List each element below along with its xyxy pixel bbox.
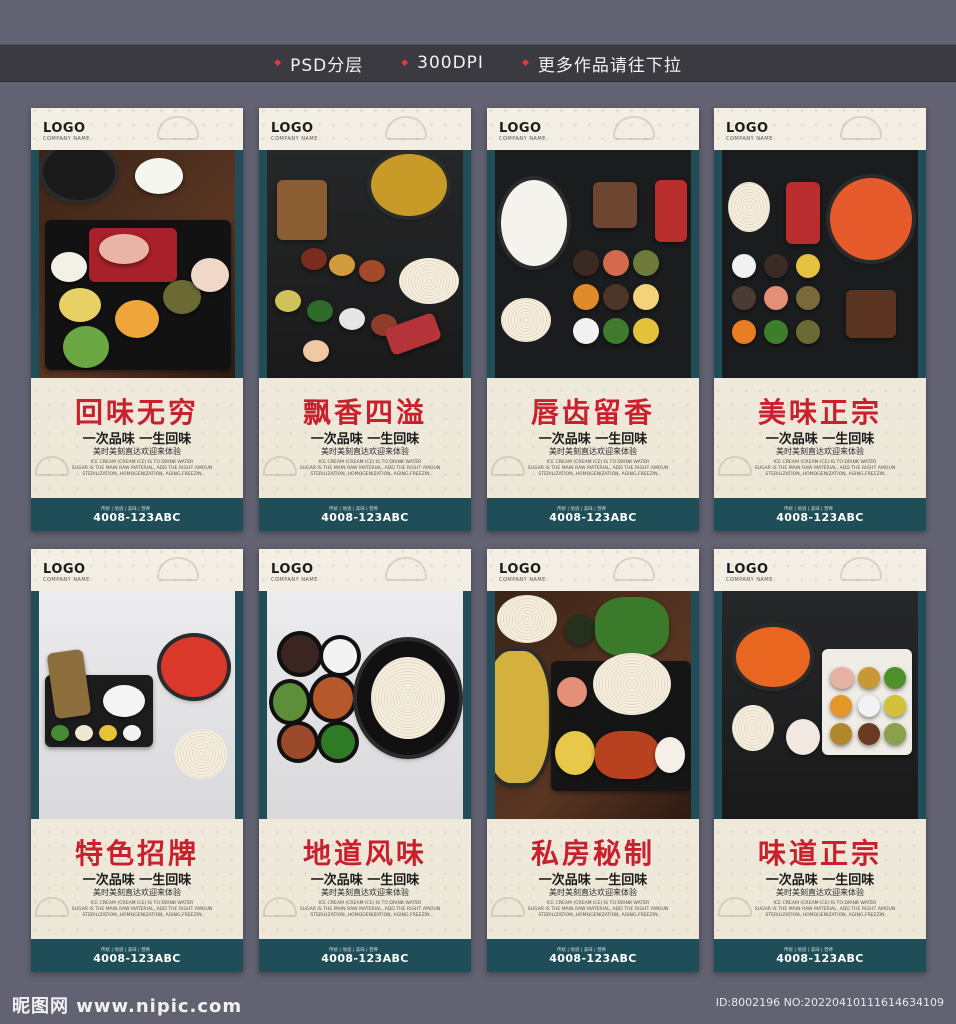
poster-logo: LOGO (271, 562, 314, 577)
poster-title: 特色招牌 (74, 837, 199, 870)
poster-slogan: 一次品味 一生回味 (310, 432, 420, 447)
poster-subslogan: 美时美刻直达欢迎来体验 (776, 447, 864, 456)
poster-footer: 传统 | 地道 | 美味 | 营养 4008-123ABC (31, 498, 243, 531)
poster-card: LOGO COMPANY NAME 飘香四溢 一次品味 一生回味 美时美刻直达欢… (259, 108, 471, 531)
poster-card: LOGO COMPANY NAME 回味无穷 一次品味 一生回味 美时美刻直达欢… (31, 108, 243, 531)
company-name: COMPANY NAME (499, 136, 546, 142)
poster-card: LOGO COMPANY NAME 地道风味 一次品味 一生回味 美时美刻直达欢… (259, 549, 471, 972)
phone-number: 4008-123ABC (93, 511, 181, 524)
side-stripe (918, 591, 926, 819)
poster-grid: LOGO COMPANY NAME 回味无穷 一次品味 一生回味 美时美刻直达欢… (0, 0, 956, 1024)
poster-logo: LOGO (43, 562, 86, 577)
english-text: ICE CREAM (CREAM ICE) IS TO DRINK WATER … (754, 460, 896, 478)
side-stripe (714, 591, 722, 819)
food-photo (722, 591, 918, 819)
food-photo (39, 591, 235, 819)
poster-slogan: 一次品味 一生回味 (538, 432, 648, 447)
poster-slogan: 一次品味 一生回味 (765, 432, 875, 447)
poster-card: LOGO COMPANY NAME 味道正宗 一次品味 一生回味 美时美刻直达欢… (714, 549, 926, 972)
poster-footer: 传统 | 地道 | 美味 | 营养 4008-123ABC (714, 498, 926, 531)
poster-logo: LOGO (726, 121, 769, 136)
english-text: ICE CREAM (CREAM ICE) IS TO DRINK WATER … (299, 901, 441, 919)
side-stripe (463, 150, 471, 378)
poster-subslogan: 美时美刻直达欢迎来体验 (549, 447, 637, 456)
food-photo (495, 591, 691, 819)
poster-subslogan: 美时美刻直达欢迎来体验 (321, 447, 409, 456)
english-text: ICE CREAM (CREAM ICE) IS TO DRINK WATER … (299, 460, 441, 478)
food-photo (267, 591, 463, 819)
poster-footer: 传统 | 地道 | 美味 | 营养 4008-123ABC (31, 939, 243, 972)
poster-slogan: 一次品味 一生回味 (82, 432, 192, 447)
phone-number: 4008-123ABC (321, 511, 409, 524)
side-stripe (487, 150, 495, 378)
poster-title: 美味正宗 (757, 396, 882, 429)
poster-slogan: 一次品味 一生回味 (765, 873, 875, 888)
poster-slogan: 一次品味 一生回味 (538, 873, 648, 888)
phone-number: 4008-123ABC (93, 952, 181, 965)
poster-subslogan: 美时美刻直达欢迎来体验 (93, 888, 181, 897)
english-text: ICE CREAM (CREAM ICE) IS TO DRINK WATER … (71, 901, 213, 919)
side-stripe (463, 591, 471, 819)
food-photo (495, 150, 691, 378)
side-stripe (691, 591, 699, 819)
poster-card: LOGO COMPANY NAME 美味正宗 一次品味 一生回味 美时美刻直达欢… (714, 108, 926, 531)
poster-title: 味道正宗 (757, 837, 882, 870)
company-name: COMPANY NAME (271, 577, 318, 583)
side-stripe (31, 150, 39, 378)
poster-title: 回味无穷 (74, 396, 199, 429)
poster-logo: LOGO (726, 562, 769, 577)
poster-card: LOGO COMPANY NAME 私房秘制 一次品味 一生回味 美时美刻直达欢… (487, 549, 699, 972)
poster-title: 飘香四溢 (302, 396, 427, 429)
poster-logo: LOGO (499, 562, 542, 577)
poster-footer: 传统 | 地道 | 美味 | 营养 4008-123ABC (487, 498, 699, 531)
poster-title: 私房秘制 (530, 837, 655, 870)
side-stripe (235, 591, 243, 819)
poster-footer: 传统 | 地道 | 美味 | 营养 4008-123ABC (259, 939, 471, 972)
phone-number: 4008-123ABC (321, 952, 409, 965)
poster-logo: LOGO (499, 121, 542, 136)
poster-logo: LOGO (271, 121, 314, 136)
watermark-id: ID:8002196 NO:20220410111614634109 (715, 996, 944, 1009)
side-stripe (259, 150, 267, 378)
poster-card: LOGO COMPANY NAME 特色招牌 一次品味 一生回味 美时美刻直达欢… (31, 549, 243, 972)
company-name: COMPANY NAME (43, 577, 90, 583)
food-photo (39, 150, 235, 378)
phone-number: 4008-123ABC (549, 952, 637, 965)
poster-footer: 传统 | 地道 | 美味 | 营养 4008-123ABC (714, 939, 926, 972)
english-text: ICE CREAM (CREAM ICE) IS TO DRINK WATER … (754, 901, 896, 919)
poster-slogan: 一次品味 一生回味 (310, 873, 420, 888)
company-name: COMPANY NAME (499, 577, 546, 583)
english-text: ICE CREAM (CREAM ICE) IS TO DRINK WATER … (527, 901, 669, 919)
poster-slogan: 一次品味 一生回味 (82, 873, 192, 888)
side-stripe (31, 591, 39, 819)
poster-card: LOGO COMPANY NAME 唇齿留香 一次品味 一生回味 美时美刻直达欢… (487, 108, 699, 531)
side-stripe (691, 150, 699, 378)
poster-subslogan: 美时美刻直达欢迎来体验 (776, 888, 864, 897)
side-stripe (918, 150, 926, 378)
phone-number: 4008-123ABC (549, 511, 637, 524)
poster-subslogan: 美时美刻直达欢迎来体验 (321, 888, 409, 897)
poster-footer: 传统 | 地道 | 美味 | 营养 4008-123ABC (487, 939, 699, 972)
poster-footer: 传统 | 地道 | 美味 | 营养 4008-123ABC (259, 498, 471, 531)
phone-number: 4008-123ABC (776, 952, 864, 965)
food-photo (267, 150, 463, 378)
side-stripe (259, 591, 267, 819)
watermark-logo: 昵图网 www.nipic.com (12, 996, 243, 1017)
company-name: COMPANY NAME (726, 136, 773, 142)
poster-title: 唇齿留香 (530, 396, 655, 429)
side-stripe (487, 591, 495, 819)
phone-number: 4008-123ABC (776, 511, 864, 524)
side-stripe (714, 150, 722, 378)
poster-title: 地道风味 (302, 837, 427, 870)
english-text: ICE CREAM (CREAM ICE) IS TO DRINK WATER … (527, 460, 669, 478)
food-photo (722, 150, 918, 378)
poster-logo: LOGO (43, 121, 86, 136)
poster-subslogan: 美时美刻直达欢迎来体验 (549, 888, 637, 897)
company-name: COMPANY NAME (726, 577, 773, 583)
company-name: COMPANY NAME (271, 136, 318, 142)
poster-subslogan: 美时美刻直达欢迎来体验 (93, 447, 181, 456)
company-name: COMPANY NAME (43, 136, 90, 142)
side-stripe (235, 150, 243, 378)
english-text: ICE CREAM (CREAM ICE) IS TO DRINK WATER … (71, 460, 213, 478)
